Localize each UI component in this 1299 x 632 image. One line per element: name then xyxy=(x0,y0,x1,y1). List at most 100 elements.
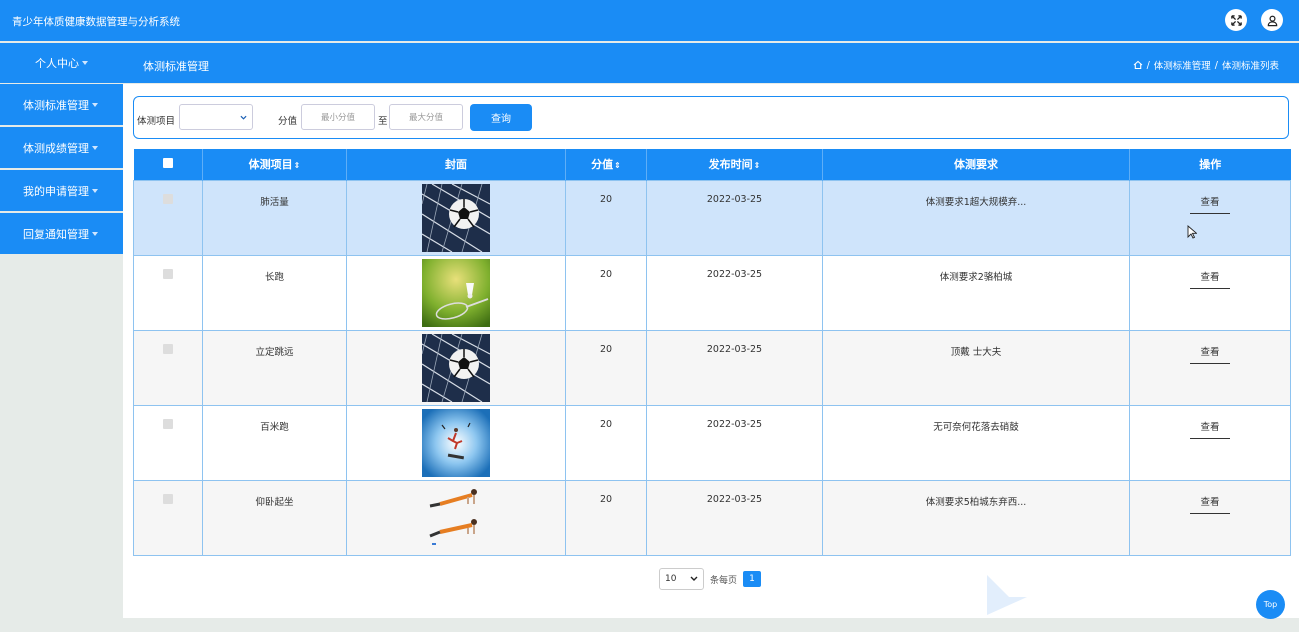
view-button[interactable]: 查看 xyxy=(1190,419,1230,439)
back-to-top-button[interactable]: Top xyxy=(1256,590,1285,619)
personal-center-label: 个人中心 xyxy=(35,57,79,70)
requirement-cell: 顶戴 士大夫 xyxy=(822,329,1130,406)
row-select-cell xyxy=(133,254,203,331)
row-checkbox[interactable] xyxy=(163,193,173,204)
page-size-value: 10 xyxy=(665,574,677,584)
header-date[interactable]: 发布时间⇕ xyxy=(646,149,823,180)
sidebar-item-scores[interactable]: 体测成绩管理 xyxy=(0,127,123,168)
select-all-checkbox[interactable] xyxy=(162,157,173,168)
cover-image-badminton xyxy=(422,258,490,327)
sidebar-item-label: 我的申请管理 xyxy=(23,184,89,198)
breadcrumb-level2: 体测标准列表 xyxy=(1221,61,1279,72)
sidebar-item-label: 体测成绩管理 xyxy=(23,141,89,155)
app-title: 青少年体质健康数据管理与分析系统 xyxy=(12,16,180,28)
header-action-label: 操作 xyxy=(1199,158,1222,172)
date-cell: 2022-03-25 xyxy=(646,404,823,481)
action-cell: 查看 xyxy=(1129,254,1291,331)
requirement-cell: 体测要求5柏城东弃西... xyxy=(822,479,1130,556)
cover-cell xyxy=(346,179,566,256)
sidebar-item-label: 体测标准管理 xyxy=(23,98,89,112)
page-button-current[interactable]: 1 xyxy=(743,571,762,587)
max-score-input[interactable]: 最大分值 xyxy=(389,104,463,130)
cover-image-plank xyxy=(422,483,490,552)
score-filter-label: 分值 xyxy=(278,116,298,127)
chevron-down-icon xyxy=(92,145,98,150)
cover-cell xyxy=(346,404,566,481)
item-cell: 仰卧起坐 xyxy=(202,479,347,556)
header-date-label: 发布时间 xyxy=(708,158,753,172)
sidebar-item-standard[interactable]: 体测标准管理 xyxy=(0,84,123,125)
date-cell: 2022-03-25 xyxy=(646,329,823,406)
action-cell: 查看 xyxy=(1129,179,1291,256)
query-button[interactable]: 查询 xyxy=(470,104,532,131)
sidebar-item-notices[interactable]: 回复通知管理 xyxy=(0,213,123,254)
row-select-cell xyxy=(133,404,203,481)
cover-cell xyxy=(346,254,566,331)
header-item-label: 体测项目 xyxy=(248,158,293,172)
header-requirement-label: 体测要求 xyxy=(954,158,998,172)
search-panel: 体测项目 分值 最小分值 至 最大分值 查询 xyxy=(133,96,1289,139)
row-select-cell xyxy=(133,329,203,406)
item-filter-select[interactable] xyxy=(179,104,253,130)
breadcrumb-sep: / xyxy=(1146,59,1150,71)
chevron-down-icon xyxy=(82,61,88,65)
row-checkbox[interactable] xyxy=(163,268,173,279)
sidebar-item-applications[interactable]: 我的申请管理 xyxy=(0,170,123,211)
table-row[interactable]: 仰卧起坐 20 2022-03-25 体测要求5柏城东弃西... 查看 xyxy=(133,479,1291,556)
action-cell: 查看 xyxy=(1129,329,1291,406)
item-cell: 长跑 xyxy=(202,254,347,331)
watermark-logo-icon xyxy=(987,575,1027,615)
view-button[interactable]: 查看 xyxy=(1190,494,1230,514)
chevron-down-icon xyxy=(92,231,98,236)
date-cell: 2022-03-25 xyxy=(646,254,823,331)
item-cell: 立定跳远 xyxy=(202,329,347,406)
header-cover-label: 封面 xyxy=(445,158,467,172)
row-select-cell xyxy=(133,479,203,556)
breadcrumb-sep: / xyxy=(1214,59,1218,71)
item-filter-label: 体测项目 xyxy=(137,116,176,127)
table-row[interactable]: 长跑 20 2022-03-25 体测要求2骆柏城 查看 xyxy=(133,254,1291,331)
action-cell: 查看 xyxy=(1129,479,1291,556)
chevron-down-icon xyxy=(240,115,247,120)
header-action: 操作 xyxy=(1129,149,1291,180)
header-score[interactable]: 分值⇕ xyxy=(565,149,647,180)
table-row[interactable]: 百米跑 20 2022-03-25 无可奈何花落去硝鼓 查看 xyxy=(133,404,1291,481)
home-icon[interactable] xyxy=(1133,60,1143,70)
cover-cell xyxy=(346,329,566,406)
section-title: 体测标准管理 xyxy=(143,60,209,73)
table-row[interactable]: 肺活量 20 2022-03-25 体测要求1超大规模弃... 查看 xyxy=(133,179,1291,256)
score-cell: 20 xyxy=(565,404,647,481)
nav-bar: 个人中心 体测标准管理 / 体测标准管理 / 体测标准列表 xyxy=(0,43,1299,83)
score-cell: 20 xyxy=(565,179,647,256)
requirement-cell: 无可奈何花落去硝鼓 xyxy=(822,404,1130,481)
top-bar: 青少年体质健康数据管理与分析系统 xyxy=(0,0,1299,41)
cover-cell xyxy=(346,479,566,556)
row-checkbox[interactable] xyxy=(163,418,173,429)
score-cell: 20 xyxy=(565,254,647,331)
date-cell: 2022-03-25 xyxy=(646,179,823,256)
user-icon[interactable] xyxy=(1261,9,1283,31)
table-row[interactable]: 立定跳远 20 2022-03-25 顶戴 士大夫 查看 xyxy=(133,329,1291,406)
sidebar-item-label: 回复通知管理 xyxy=(23,227,89,241)
personal-center-menu[interactable]: 个人中心 xyxy=(0,43,123,83)
cover-image-jump xyxy=(422,408,490,477)
view-button[interactable]: 查看 xyxy=(1190,269,1230,289)
item-cell: 百米跑 xyxy=(202,404,347,481)
row-checkbox[interactable] xyxy=(163,343,173,354)
breadcrumb-level1[interactable]: 体测标准管理 xyxy=(1154,58,1211,72)
min-score-input[interactable]: 最小分值 xyxy=(301,104,375,130)
fullscreen-icon[interactable] xyxy=(1225,9,1247,31)
pagination: 10 条每页 1 xyxy=(659,568,762,590)
page-size-select[interactable]: 10 xyxy=(659,568,704,590)
item-cell: 肺活量 xyxy=(202,179,347,256)
row-checkbox[interactable] xyxy=(163,493,173,504)
table-header-row: 体测项目⇕ 封面 分值⇕ 发布时间⇕ 体测要求 操作 xyxy=(133,149,1291,180)
header-score-label: 分值 xyxy=(591,158,614,172)
header-cover: 封面 xyxy=(346,149,566,180)
chevron-down-icon xyxy=(92,188,98,193)
header-item[interactable]: 体测项目⇕ xyxy=(202,149,347,180)
requirement-cell: 体测要求2骆柏城 xyxy=(822,254,1130,331)
view-button[interactable]: 查看 xyxy=(1190,194,1230,214)
view-button[interactable]: 查看 xyxy=(1190,344,1230,364)
cover-image-soccer xyxy=(422,333,490,402)
